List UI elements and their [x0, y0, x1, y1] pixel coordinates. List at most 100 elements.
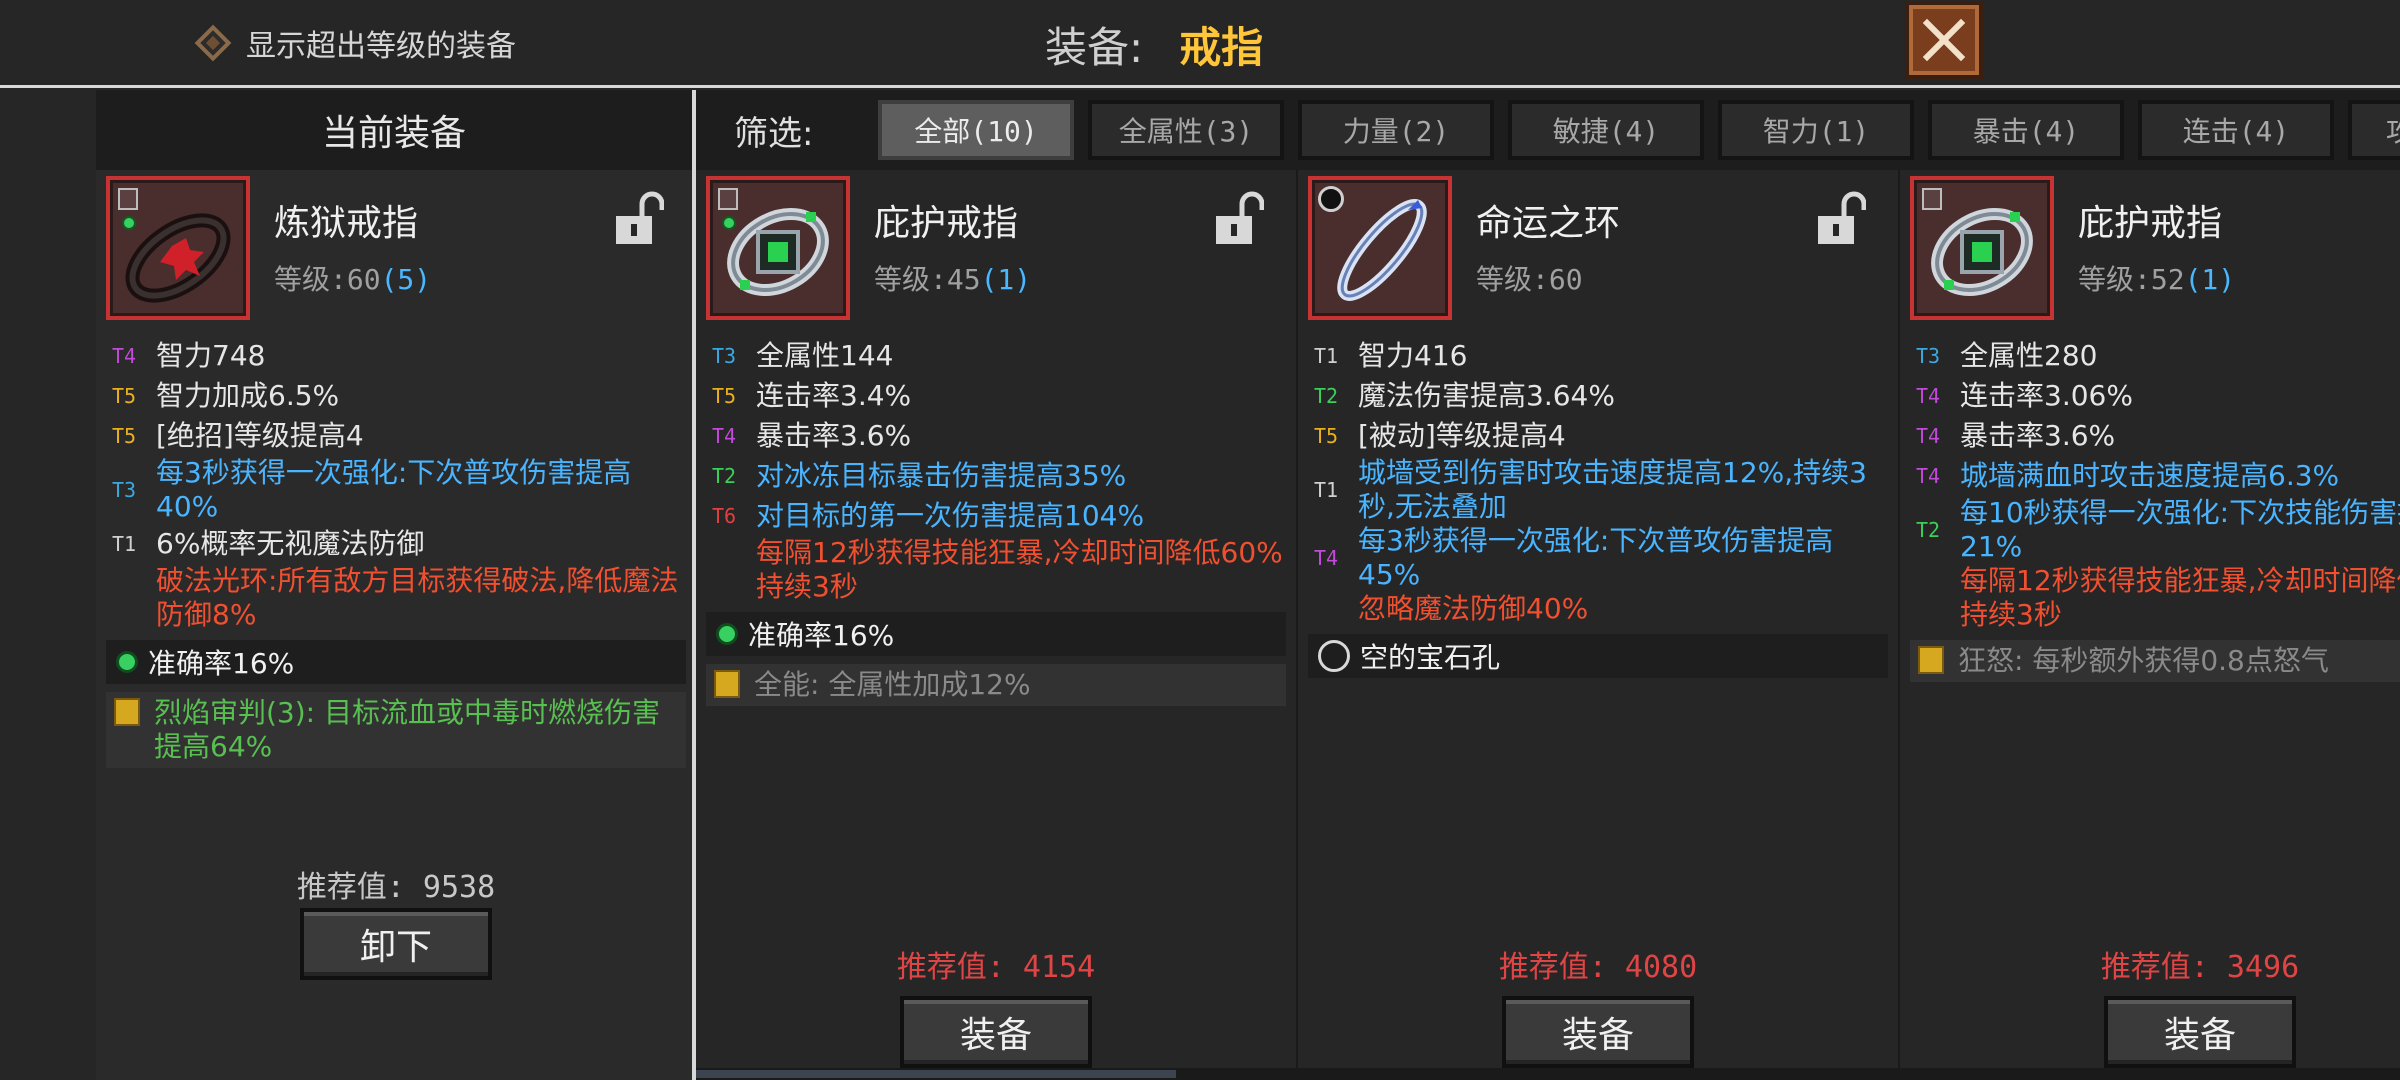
- attribute-row: T4 连击率3.06%: [1910, 376, 2400, 416]
- attribute-row: T5 连击率3.4%: [706, 376, 1286, 416]
- unlocked-padlock-icon[interactable]: [1214, 190, 1264, 246]
- item-icon-frame[interactable]: [1308, 176, 1452, 320]
- filter-tab-strength[interactable]: 力量(2): [1298, 100, 1494, 160]
- filter-tab-intelligence[interactable]: 智力(1): [1718, 100, 1914, 160]
- gem-slot-row[interactable]: 空的宝石孔: [1308, 634, 1888, 678]
- equipment-screen: 显示超出等级的装备 装备: 戒指 当前装备 炼狱戒指 等级:60(5) T4 智…: [0, 0, 2400, 1080]
- tier-tag: T2: [1314, 384, 1339, 408]
- gem-slot-row[interactable]: 准确率16%: [106, 640, 686, 684]
- item-name: 庇护戒指: [2078, 203, 2223, 244]
- unlocked-padlock-icon[interactable]: [1816, 190, 1866, 246]
- bind-badge-icon: [118, 188, 138, 210]
- filter-tab-combo[interactable]: 连击(4): [2138, 100, 2334, 160]
- attribute-row: T1 城墙受到伤害时攻击速度提高12%,持续3秒,无法叠加: [1308, 456, 1888, 524]
- attribute-text: 每10秒获得一次强化:下次技能伤害提高21%: [1960, 496, 2400, 563]
- tier-tag: T1: [1314, 478, 1339, 502]
- attribute-row: T1 智力416: [1308, 336, 1888, 376]
- attribute-text: 城墙受到伤害时攻击速度提高12%,持续3秒,无法叠加: [1358, 456, 1867, 523]
- set-skill-row: 烈焰审判(3): 目标流血或中毒时燃烧伤害提高64%: [106, 692, 686, 768]
- special-effect-text: 破法光环:所有敌方目标获得破法,降低魔法防御8%: [156, 564, 679, 631]
- attribute-row: T2 对冰冻目标暴击伤害提高35%: [706, 456, 1286, 496]
- bind-badge-icon: [718, 188, 738, 210]
- bind-badge-icon: [1922, 188, 1942, 210]
- attribute-text: 对目标的第一次伤害提高104%: [756, 499, 1145, 532]
- attribute-text: 每3秒获得一次强化:下次普攻伤害提高45%: [1358, 524, 1834, 591]
- toggle-label: 显示超出等级的装备: [246, 29, 516, 64]
- show-over-level-toggle[interactable]: 显示超出等级的装备: [194, 20, 516, 66]
- set-skill-text: 狂怒: 每秒额外获得0.8点怒气: [1958, 644, 2329, 677]
- top-bar: 显示超出等级的装备 装备: 戒指: [0, 0, 2400, 88]
- tier-tag: T5: [1314, 424, 1339, 448]
- item-level: 等级:52(1): [2078, 258, 2235, 298]
- gem-text: 准确率16%: [148, 647, 295, 680]
- item-icon-frame[interactable]: [106, 176, 250, 320]
- attribute-text: 每3秒获得一次强化:下次普攻伤害提高40%: [156, 456, 632, 523]
- attribute-row: T3 全属性144: [706, 336, 1286, 376]
- filter-tab-agility[interactable]: 敏捷(4): [1508, 100, 1704, 160]
- skill-book-icon: [714, 670, 740, 698]
- gem-slot-row[interactable]: 准确率16%: [706, 612, 1286, 656]
- attribute-text: [被动]等级提高4: [1358, 419, 1566, 452]
- recommend-value: 推荐值: 4154: [896, 950, 1096, 985]
- item-level: 等级:60: [1476, 258, 1583, 298]
- equip-button[interactable]: 装备: [900, 996, 1092, 1068]
- attribute-text: 暴击率3.6%: [756, 419, 912, 452]
- horizontal-scrollbar[interactable]: [696, 1068, 2400, 1080]
- filter-tab-crit[interactable]: 暴击(4): [1928, 100, 2124, 160]
- attribute-row: T4 暴击率3.6%: [1910, 416, 2400, 456]
- attribute-text: 城墙满血时攻击速度提高6.3%: [1960, 459, 2340, 492]
- attribute-text: 智力416: [1358, 339, 1468, 372]
- recommend-value: 推荐值: 9538: [296, 870, 496, 905]
- unlocked-padlock-icon[interactable]: [614, 190, 664, 246]
- diamond-checkbox-icon[interactable]: [194, 24, 232, 62]
- tier-tag: T1: [112, 532, 137, 556]
- empty-socket-badge-icon: [1318, 186, 1344, 212]
- attribute-list: T3 全属性280 T4 连击率3.06% T4 暴击率3.6% T4 城墙满血时攻击速…: [1910, 336, 2400, 682]
- filter-tab-all-attributes[interactable]: 全属性(3): [1088, 100, 1284, 160]
- filter-tab-all[interactable]: 全部(10): [878, 100, 1074, 160]
- equip-button[interactable]: 装备: [1502, 996, 1694, 1068]
- special-effect-text: 每隔12秒获得技能狂暴,冷却时间降低60%持续3秒: [1960, 564, 2400, 631]
- gem-badge-icon: [722, 216, 736, 230]
- skill-book-icon: [1918, 646, 1944, 674]
- attribute-row: T6 对目标的第一次伤害提高104%: [706, 496, 1286, 536]
- attribute-row: T4 城墙满血时攻击速度提高6.3%: [1910, 456, 2400, 496]
- item-level-text: 等级:52: [2078, 263, 2185, 296]
- gem-badge-icon: [122, 216, 136, 230]
- attribute-list: T3 全属性144 T5 连击率3.4% T4 暴击率3.6% T2 对冰冻目标暴击伤害…: [706, 336, 1286, 706]
- attribute-row: T5 [绝招]等级提高4: [106, 416, 686, 456]
- green-gem-icon: [116, 651, 138, 673]
- item-level-plus: (5): [380, 263, 432, 296]
- unequip-button[interactable]: 卸下: [300, 908, 492, 980]
- tier-tag: T3: [712, 344, 737, 368]
- item-level-text: 等级:45: [874, 263, 981, 296]
- set-skill-text: 全能: 全属性加成12%: [754, 668, 1031, 701]
- tier-tag: T2: [712, 464, 737, 488]
- special-effect-text: 忽略魔法防御40%: [1358, 592, 1589, 625]
- candidate-item-card: 庇护戒指 等级:52(1) T3 全属性280 T4 连击率3.06% T4 暴击率3…: [1900, 170, 2400, 1080]
- attribute-text: 智力748: [156, 339, 266, 372]
- tier-tag: T4: [712, 424, 737, 448]
- tier-tag: T4: [1916, 464, 1941, 488]
- item-level-text: 等级:60: [274, 263, 381, 296]
- item-level: 等级:45(1): [874, 258, 1031, 298]
- tier-tag: T4: [112, 344, 137, 368]
- gem-text: 空的宝石孔: [1360, 641, 1501, 674]
- tier-tag: T1: [1314, 344, 1339, 368]
- attribute-row: T5 [被动]等级提高4: [1308, 416, 1888, 456]
- recommend-value: 推荐值: 4080: [1498, 950, 1698, 985]
- equip-button[interactable]: 装备: [2104, 996, 2296, 1068]
- close-button[interactable]: [1905, 1, 1983, 79]
- attribute-text: 连击率3.4%: [756, 379, 912, 412]
- attribute-row: T4 智力748: [106, 336, 686, 376]
- item-icon-frame[interactable]: [1910, 176, 2054, 320]
- title-label: 装备:: [1045, 22, 1144, 72]
- item-icon-frame[interactable]: [706, 176, 850, 320]
- scrollbar-thumb[interactable]: [696, 1070, 1176, 1078]
- attribute-text: 魔法伤害提高3.64%: [1358, 379, 1615, 412]
- filter-bar: 筛选: 全部(10) 全属性(3) 力量(2) 敏捷(4) 智力(1) 暴击(4…: [696, 90, 2400, 170]
- tier-tag: T4: [1916, 424, 1941, 448]
- attribute-list: T4 智力748 T5 智力加成6.5% T5 [绝招]等级提高4 T3 每3秒获得一次…: [106, 336, 686, 768]
- attribute-row: T2 魔法伤害提高3.64%: [1308, 376, 1888, 416]
- filter-tab-attack[interactable]: 攻: [2348, 100, 2400, 160]
